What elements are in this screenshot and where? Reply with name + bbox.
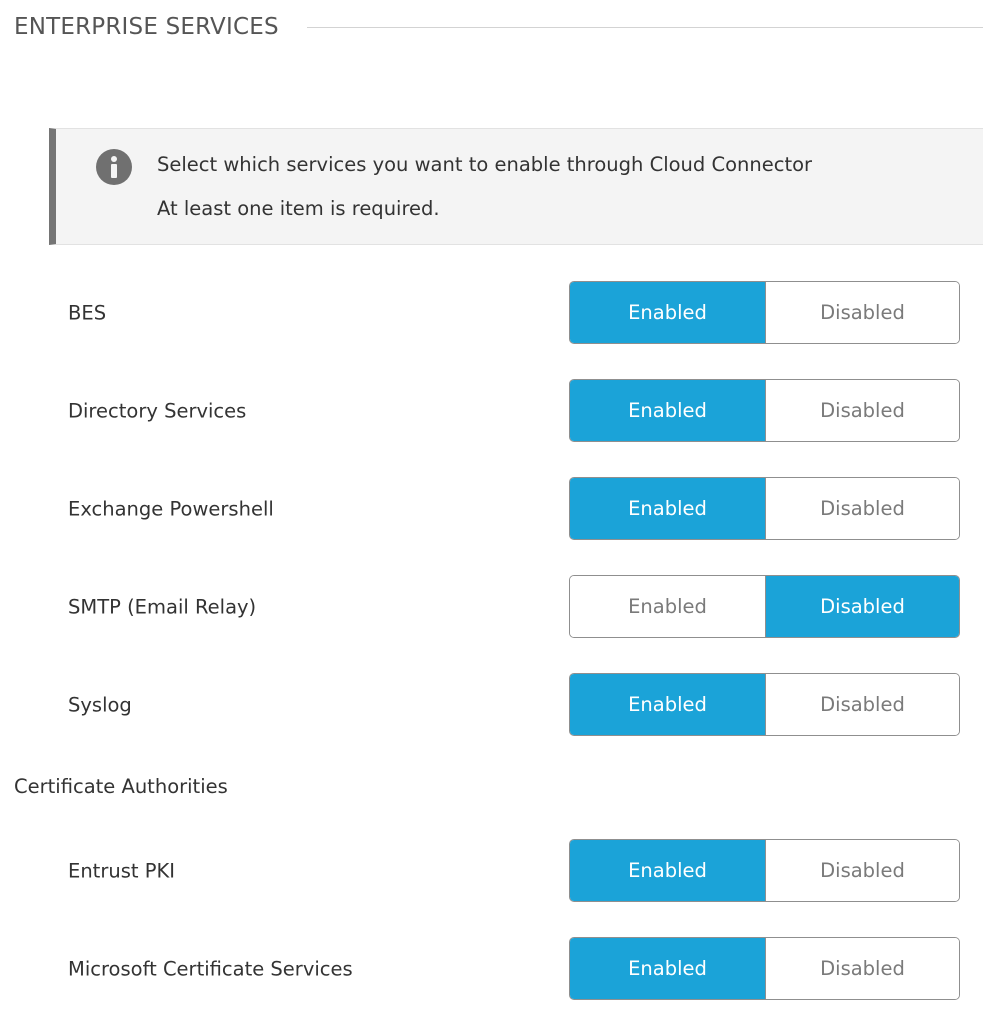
section-header: ENTERPRISE SERVICES (14, 12, 983, 42)
service-row-smtp: SMTP (Email Relay) Enabled Disabled (0, 575, 983, 639)
ca-row-entrust-pki: Entrust PKI Enabled Disabled (0, 839, 983, 903)
entrust-pki-toggle: Enabled Disabled (569, 839, 960, 902)
microsoft-certificate-services-disabled-option[interactable]: Disabled (765, 938, 959, 999)
smtp-enabled-option[interactable]: Enabled (570, 576, 765, 637)
service-label: BES (68, 301, 107, 325)
exchange-powershell-toggle: Enabled Disabled (569, 477, 960, 540)
syslog-toggle: Enabled Disabled (569, 673, 960, 736)
info-callout: Select which services you want to enable… (49, 128, 983, 245)
directory-services-disabled-option[interactable]: Disabled (765, 380, 959, 441)
enterprise-services-page: ENTERPRISE SERVICES Select which service… (0, 0, 983, 1024)
certificate-authorities-heading: Certificate Authorities (14, 775, 228, 798)
syslog-enabled-option[interactable]: Enabled (570, 674, 765, 735)
bes-toggle: Enabled Disabled (569, 281, 960, 344)
entrust-pki-enabled-option[interactable]: Enabled (570, 840, 765, 901)
service-label: Syslog (68, 693, 132, 717)
microsoft-certificate-services-enabled-option[interactable]: Enabled (570, 938, 765, 999)
bes-disabled-option[interactable]: Disabled (765, 282, 959, 343)
directory-services-enabled-option[interactable]: Enabled (570, 380, 765, 441)
syslog-disabled-option[interactable]: Disabled (765, 674, 959, 735)
microsoft-certificate-services-toggle: Enabled Disabled (569, 937, 960, 1000)
info-message: Select which services you want to enable… (157, 153, 813, 176)
smtp-toggle: Enabled Disabled (569, 575, 960, 638)
info-requirement-note: At least one item is required. (157, 197, 440, 220)
service-row-directory-services: Directory Services Enabled Disabled (0, 379, 983, 443)
service-label: Directory Services (68, 399, 247, 423)
service-row-bes: BES Enabled Disabled (0, 281, 983, 345)
exchange-powershell-disabled-option[interactable]: Disabled (765, 478, 959, 539)
ca-row-microsoft-certificate-services: Microsoft Certificate Services Enabled D… (0, 937, 983, 1001)
ca-label: Microsoft Certificate Services (68, 957, 353, 981)
service-label: SMTP (Email Relay) (68, 595, 257, 619)
exchange-powershell-enabled-option[interactable]: Enabled (570, 478, 765, 539)
bes-enabled-option[interactable]: Enabled (570, 282, 765, 343)
smtp-disabled-option[interactable]: Disabled (765, 576, 959, 637)
directory-services-toggle: Enabled Disabled (569, 379, 960, 442)
service-row-syslog: Syslog Enabled Disabled (0, 673, 983, 737)
ca-label: Entrust PKI (68, 859, 176, 883)
service-row-exchange-powershell: Exchange Powershell Enabled Disabled (0, 477, 983, 541)
section-title: ENTERPRISE SERVICES (14, 14, 279, 40)
info-icon (96, 149, 132, 185)
entrust-pki-disabled-option[interactable]: Disabled (765, 840, 959, 901)
section-divider (306, 26, 983, 28)
service-label: Exchange Powershell (68, 497, 274, 521)
